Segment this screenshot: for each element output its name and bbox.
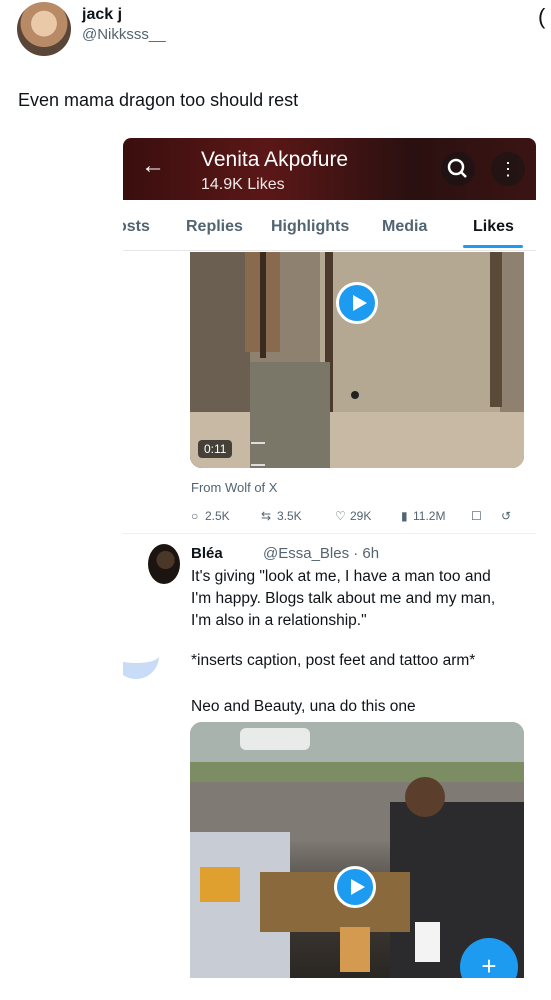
back-arrow-icon[interactable]: ← [141, 152, 165, 180]
more-icon[interactable]: ⋮ [491, 152, 525, 186]
tab-media[interactable]: Media [382, 218, 427, 236]
tweet-line: It's giving "look at me, I have a man to… [191, 568, 491, 585]
tab-replies[interactable]: Replies [186, 218, 243, 236]
profile-name: Venita Akpofure [201, 148, 349, 171]
play-icon[interactable] [336, 282, 378, 324]
like-count: 29K [350, 509, 372, 523]
tab-likes[interactable]: Likes [473, 218, 514, 236]
author-avatar[interactable] [17, 2, 71, 56]
tweet-line: I'm happy. Blogs talk about me and my ma… [191, 590, 496, 607]
author-name[interactable]: jack j [82, 6, 122, 24]
tweet-handle-time[interactable]: @Essa_Bles · 6h [263, 545, 379, 562]
video-thumbnail[interactable] [190, 722, 524, 978]
corner-icon[interactable]: ( [538, 4, 545, 30]
view-count: 11.2M [413, 509, 446, 523]
search-icon[interactable] [441, 152, 475, 186]
divider [251, 442, 265, 444]
tweet-author-name[interactable]: Bléa [191, 545, 223, 562]
play-icon[interactable] [334, 866, 376, 908]
reply-icon[interactable]: ○ [191, 509, 198, 523]
tweet-avatar[interactable] [148, 544, 180, 584]
tweet-line: I'm also in a relationship." [191, 612, 367, 629]
video-frame [190, 722, 524, 978]
video-thumbnail[interactable]: 0:11 [190, 252, 524, 468]
divider [251, 464, 265, 466]
heart-icon[interactable]: ♡ [335, 509, 346, 523]
repost-count: 3.5K [277, 509, 302, 523]
views-icon[interactable]: ▮ [401, 509, 408, 523]
active-tab-indicator [463, 245, 523, 248]
post-text: Even mama dragon too should rest [18, 90, 299, 110]
tab-highlights[interactable]: Highlights [271, 218, 349, 236]
divider [123, 533, 536, 534]
decorative-arc [123, 603, 159, 679]
tab-posts[interactable]: osts [123, 218, 150, 236]
video-source: From Wolf of X [191, 480, 278, 495]
tweet-line: *inserts caption, post feet and tattoo a… [191, 652, 476, 669]
share-icon[interactable]: ↺ [501, 509, 511, 523]
profile-likes-count: 14.9K Likes [201, 176, 285, 193]
repost-icon[interactable]: ⇆ [261, 509, 271, 523]
embedded-screenshot[interactable]: ← Venita Akpofure 14.9K Likes ⋮ osts Rep… [123, 138, 536, 978]
reply-count: 2.5K [205, 509, 230, 523]
bookmark-icon[interactable]: ☐ [471, 509, 482, 523]
tweet-line: Neo and Beauty, una do this one [191, 698, 416, 715]
video-duration: 0:11 [198, 440, 233, 458]
author-handle[interactable]: @Nikksss__ [82, 26, 166, 43]
